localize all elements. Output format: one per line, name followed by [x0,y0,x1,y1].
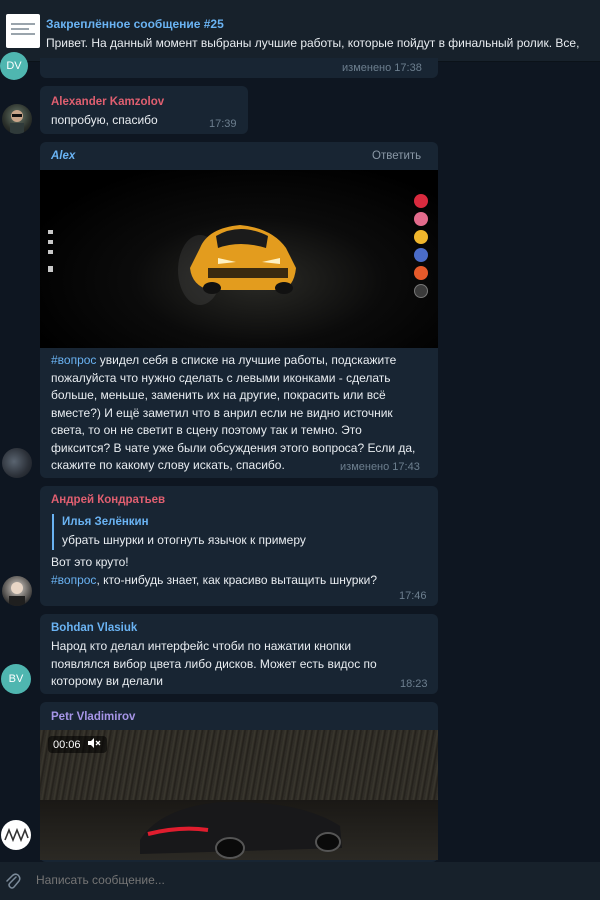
message-time: 17:39 [209,118,237,130]
avatar-andrey[interactable] [2,576,32,606]
muted-speaker-icon[interactable] [87,738,102,751]
left-icon-column [48,230,53,272]
avatar-petr[interactable] [1,820,31,850]
color-swatch[interactable] [414,194,428,208]
pinned-title: Закреплённое сообщение #25 [46,17,224,31]
hashtag-link[interactable]: #вопрос [51,573,96,587]
sender-name[interactable]: Alexander Kamzolov [51,96,164,108]
message-time: 18:23 [400,678,428,690]
sender-name[interactable]: Alex [51,150,75,162]
message-text: Вот это круто! #вопрос, кто-нибудь знает… [51,555,377,587]
color-swatch[interactable] [414,248,428,262]
reply-quote[interactable]: Илья Зелёнкин убрать шнурки и отогнуть я… [52,514,342,550]
message-text: #вопрос увидел себя в списке на лучшие р… [51,353,416,472]
message-time: изменено 17:43 [340,461,420,473]
paperclip-icon[interactable] [4,872,22,893]
avatar-bohdan[interactable]: BV [1,664,31,694]
message-text: Народ кто делал интерфейс чтоби по нажат… [51,639,377,688]
video-player[interactable]: 00:06 [40,730,438,860]
color-swatch[interactable] [414,284,428,298]
pinned-message-bar[interactable]: Закреплённое сообщение #25 Привет. На да… [0,6,600,62]
car-icon [190,225,296,294]
message-time: 17:46 [399,590,427,602]
avatar-dv[interactable]: DV [0,52,28,80]
avatar-alex[interactable] [2,448,32,478]
sender-name[interactable]: Bohdan Vlasiuk [51,622,137,634]
avatar-alexander-kamzolov[interactable] [2,104,32,134]
message-text: попробую, спасибо [51,113,158,127]
color-swatch[interactable] [414,230,428,244]
reply-button[interactable]: Ответить [372,150,421,162]
color-swatch[interactable] [414,266,428,280]
pinned-thumbnail [6,14,40,48]
video-time-badge[interactable]: 00:06 [48,736,107,753]
car-render-image[interactable] [40,170,438,348]
color-swatch[interactable] [414,212,428,226]
compose-bar [0,862,600,900]
hashtag-link[interactable]: #вопрос [51,353,96,367]
message-time: изменено 17:38 [342,62,422,74]
sender-name[interactable]: Андрей Кондратьев [51,494,165,506]
sender-name[interactable]: Petr Vladimirov [51,711,135,723]
quote-text: убрать шнурки и отогнуть язычок к пример… [62,533,306,547]
message-input[interactable] [36,873,536,887]
pinned-text: Привет. На данный момент выбраны лучшие … [46,36,580,50]
car-icon [140,801,342,859]
quote-author: Илья Зелёнкин [62,516,149,528]
